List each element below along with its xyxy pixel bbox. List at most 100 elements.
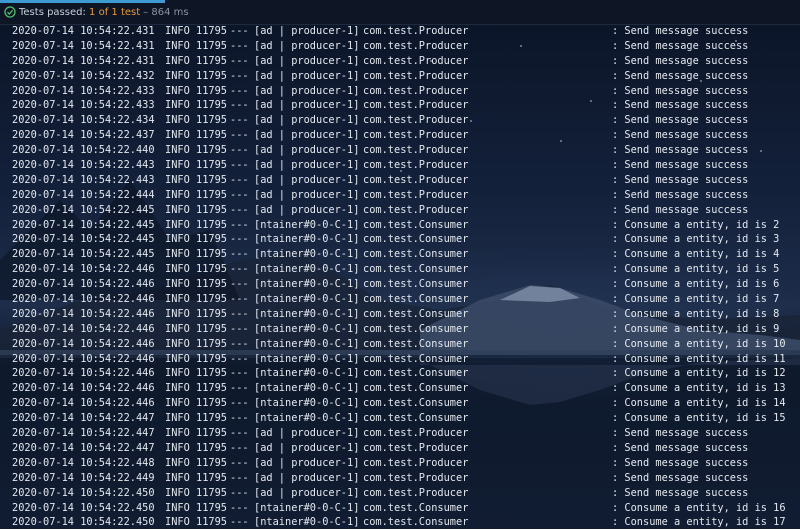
log-pid: 11795 bbox=[196, 39, 227, 52]
log-line: 2020-07-14 10:54:22.431 INFO 11795 --- [ad |… bbox=[0, 24, 800, 39]
log-level: INFO bbox=[165, 263, 190, 276]
log-line: 2020-07-14 10:54:22.450 INFO 11795 --- [ntai… bbox=[0, 501, 800, 516]
log-level: INFO bbox=[165, 188, 190, 201]
log-pid: 11795 bbox=[196, 486, 227, 499]
log-timestamp: 2020-07-14 10:54:22.446 bbox=[12, 382, 155, 395]
log-timestamp: 2020-07-14 10:54:22.450 bbox=[12, 486, 155, 499]
log-logger: com.test.Producer bbox=[363, 203, 469, 216]
log-timestamp: 2020-07-14 10:54:22.445 bbox=[12, 203, 155, 216]
log-pid: 11795 bbox=[196, 278, 227, 291]
log-level: INFO bbox=[165, 293, 190, 306]
log-line: 2020-07-14 10:54:22.433 INFO 11795 --- [ad |… bbox=[0, 98, 800, 113]
log-line: 2020-07-14 10:54:22.446 INFO 11795 --- [ntai… bbox=[0, 322, 800, 337]
log-level: INFO bbox=[165, 25, 190, 37]
log-logger: com.test.Producer bbox=[363, 173, 469, 186]
log-level: INFO bbox=[165, 516, 190, 529]
log-level: INFO bbox=[165, 486, 190, 499]
log-level: INFO bbox=[165, 218, 190, 231]
log-line: 2020-07-14 10:54:22.437 INFO 11795 --- [ad |… bbox=[0, 128, 800, 143]
log-thread: [ntainer#0-0-C-1] bbox=[254, 278, 360, 291]
log-logger: com.test.Consumer bbox=[363, 412, 469, 425]
log-timestamp: 2020-07-14 10:54:22.434 bbox=[12, 114, 155, 127]
log-logger: com.test.Consumer bbox=[363, 307, 469, 320]
log-separator: --- bbox=[230, 159, 249, 172]
log-timestamp: 2020-07-14 10:54:22.446 bbox=[12, 397, 155, 410]
log-pid: 11795 bbox=[196, 188, 227, 201]
log-separator: --- bbox=[230, 278, 249, 291]
log-timestamp: 2020-07-14 10:54:22.443 bbox=[12, 159, 155, 172]
log-message: : Consume a entity, id is 15 bbox=[612, 412, 786, 425]
log-message: : Send message success bbox=[612, 114, 749, 127]
log-separator: --- bbox=[230, 203, 249, 216]
log-logger: com.test.Consumer bbox=[363, 397, 469, 410]
log-thread: [ntainer#0-0-C-1] bbox=[254, 218, 360, 231]
log-separator: --- bbox=[230, 412, 249, 425]
log-logger: com.test.Producer bbox=[363, 69, 469, 82]
log-message: : Consume a entity, id is 12 bbox=[612, 367, 786, 380]
log-thread: [ntainer#0-0-C-1] bbox=[254, 263, 360, 276]
log-separator: --- bbox=[230, 233, 249, 246]
log-pid: 11795 bbox=[196, 501, 227, 514]
log-line: 2020-07-14 10:54:22.434 INFO 11795 --- [ad |… bbox=[0, 113, 800, 128]
progress-accent bbox=[0, 0, 165, 3]
log-message: : Consume a entity, id is 16 bbox=[612, 501, 786, 514]
log-message: : Send message success bbox=[612, 203, 749, 216]
test-status-bar: Tests passed: 1 of 1 test – 864 ms bbox=[0, 0, 800, 25]
log-thread: [ad | producer-1] bbox=[254, 486, 360, 499]
log-level: INFO bbox=[165, 99, 190, 112]
log-message: : Consume a entity, id is 3 bbox=[612, 233, 780, 246]
log-thread: [ad | producer-1] bbox=[254, 54, 360, 67]
log-separator: --- bbox=[230, 307, 249, 320]
log-line: 2020-07-14 10:54:22.431 INFO 11795 --- [ad |… bbox=[0, 39, 800, 54]
log-timestamp: 2020-07-14 10:54:22.446 bbox=[12, 322, 155, 335]
log-separator: --- bbox=[230, 471, 249, 484]
log-separator: --- bbox=[230, 441, 249, 454]
log-level: INFO bbox=[165, 471, 190, 484]
log-message: : Send message success bbox=[612, 84, 749, 97]
log-thread: [ad | producer-1] bbox=[254, 129, 360, 142]
check-circle-icon bbox=[4, 6, 16, 18]
log-separator: --- bbox=[230, 173, 249, 186]
log-line: 2020-07-14 10:54:22.443 INFO 11795 --- [ad |… bbox=[0, 158, 800, 173]
log-line: 2020-07-14 10:54:22.446 INFO 11795 --- [ntai… bbox=[0, 352, 800, 367]
log-thread: [ntainer#0-0-C-1] bbox=[254, 397, 360, 410]
log-separator: --- bbox=[230, 263, 249, 276]
log-separator: --- bbox=[230, 456, 249, 469]
log-level: INFO bbox=[165, 307, 190, 320]
log-message: : Send message success bbox=[612, 441, 749, 454]
log-thread: [ad | producer-1] bbox=[254, 114, 360, 127]
log-separator: --- bbox=[230, 25, 249, 37]
log-pid: 11795 bbox=[196, 307, 227, 320]
log-timestamp: 2020-07-14 10:54:22.432 bbox=[12, 69, 155, 82]
log-logger: com.test.Producer bbox=[363, 54, 469, 67]
log-logger: com.test.Consumer bbox=[363, 218, 469, 231]
log-message: : Consume a entity, id is 14 bbox=[612, 397, 786, 410]
log-line: 2020-07-14 10:54:22.446 INFO 11795 --- [ntai… bbox=[0, 292, 800, 307]
log-message: : Consume a entity, id is 5 bbox=[612, 263, 780, 276]
log-pid: 11795 bbox=[196, 144, 227, 157]
log-timestamp: 2020-07-14 10:54:22.446 bbox=[12, 337, 155, 350]
log-level: INFO bbox=[165, 233, 190, 246]
log-timestamp: 2020-07-14 10:54:22.450 bbox=[12, 501, 155, 514]
log-level: INFO bbox=[165, 412, 190, 425]
log-pid: 11795 bbox=[196, 352, 227, 365]
log-timestamp: 2020-07-14 10:54:22.449 bbox=[12, 471, 155, 484]
log-separator: --- bbox=[230, 427, 249, 440]
log-message: : Send message success bbox=[612, 159, 749, 172]
log-line: 2020-07-14 10:54:22.446 INFO 11795 --- [ntai… bbox=[0, 381, 800, 396]
log-thread: [ntainer#0-0-C-1] bbox=[254, 248, 360, 261]
log-thread: [ad | producer-1] bbox=[254, 471, 360, 484]
log-logger: com.test.Consumer bbox=[363, 322, 469, 335]
log-message: : Send message success bbox=[612, 456, 749, 469]
log-message: : Send message success bbox=[612, 173, 749, 186]
log-logger: com.test.Consumer bbox=[363, 233, 469, 246]
log-level: INFO bbox=[165, 278, 190, 291]
log-line: 2020-07-14 10:54:22.440 INFO 11795 --- [ad |… bbox=[0, 143, 800, 158]
log-pid: 11795 bbox=[196, 84, 227, 97]
log-timestamp: 2020-07-14 10:54:22.447 bbox=[12, 441, 155, 454]
log-timestamp: 2020-07-14 10:54:22.440 bbox=[12, 144, 155, 157]
log-thread: [ntainer#0-0-C-1] bbox=[254, 337, 360, 350]
log-thread: [ntainer#0-0-C-1] bbox=[254, 233, 360, 246]
log-line: 2020-07-14 10:54:22.446 INFO 11795 --- [ntai… bbox=[0, 337, 800, 352]
log-timestamp: 2020-07-14 10:54:22.443 bbox=[12, 173, 155, 186]
